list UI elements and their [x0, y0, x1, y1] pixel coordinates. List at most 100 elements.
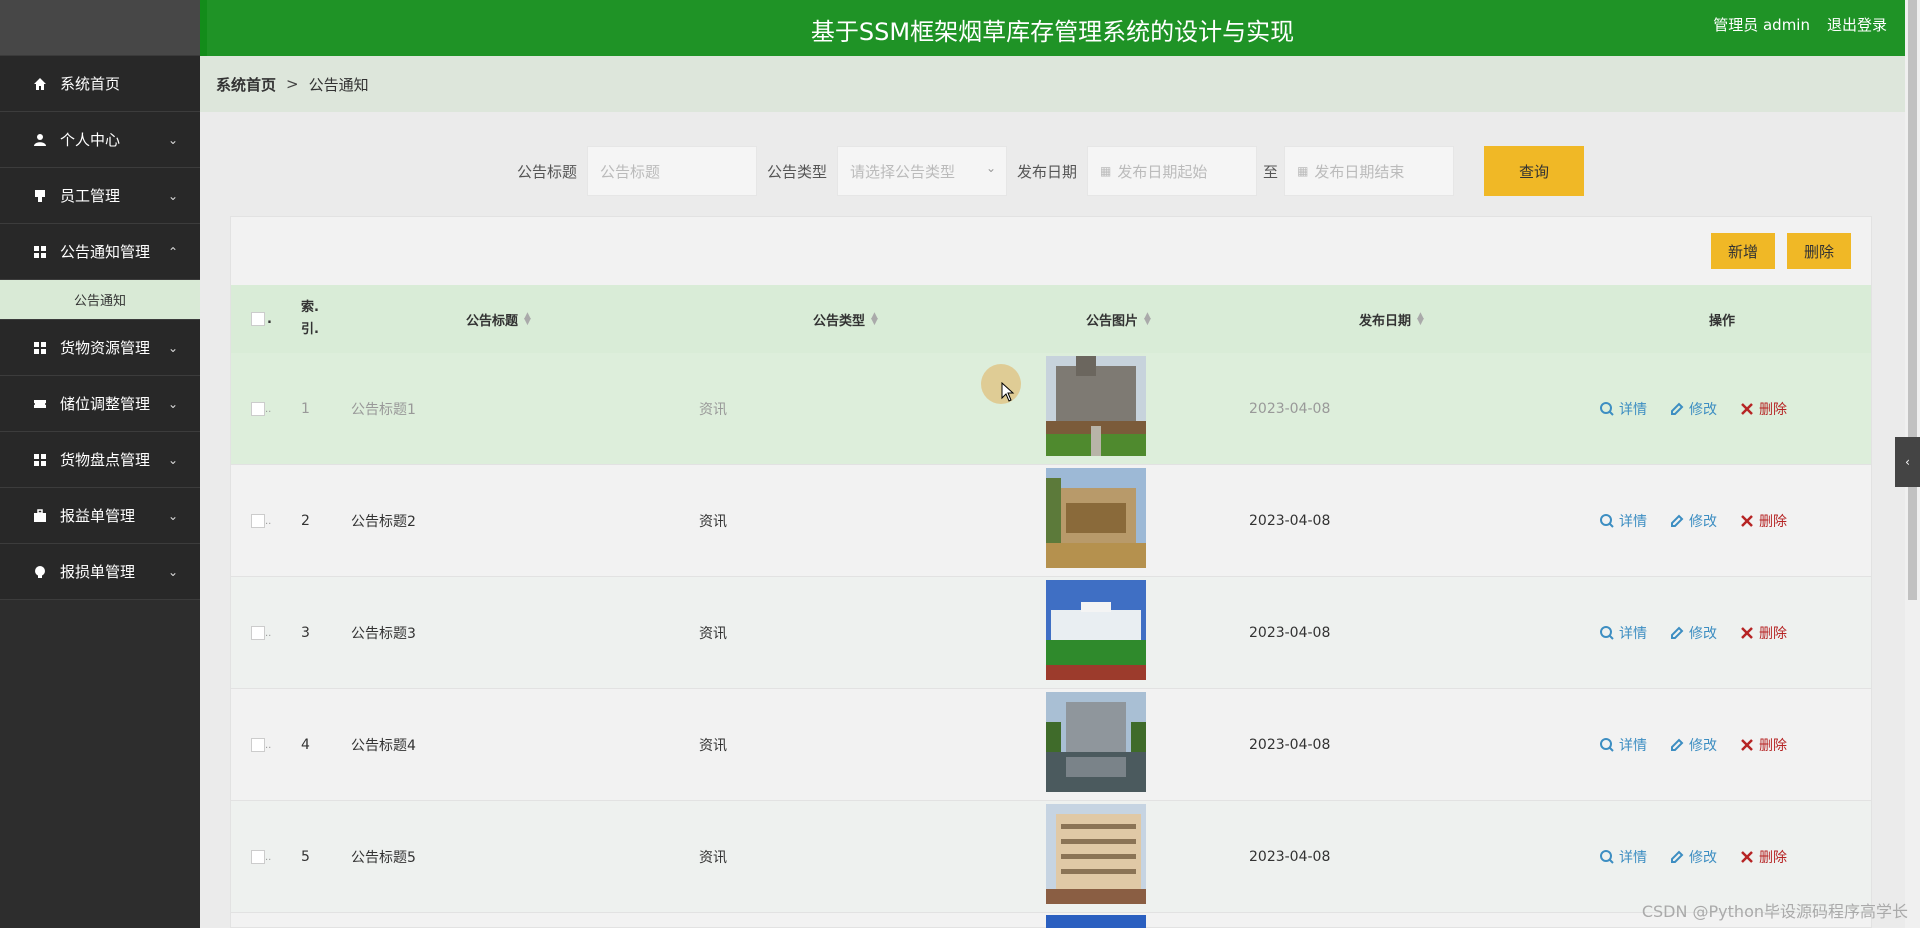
edit-button[interactable]: 修改: [1669, 847, 1717, 867]
sidebar-subitem-notice[interactable]: 公告通知: [0, 280, 200, 320]
th-type-label: 公告类型: [813, 313, 866, 329]
collapse-side-tab[interactable]: ‹: [1895, 437, 1920, 487]
title-label: 公告标题: [517, 162, 578, 181]
detail-label: 详情: [1619, 626, 1647, 642]
sort-icon[interactable]: ▲ ▼: [524, 312, 531, 327]
delete-label: 删除: [1759, 402, 1787, 418]
row-date: 2023-04-08: [1249, 849, 1331, 865]
delete-button[interactable]: 删除: [1739, 511, 1787, 531]
close-icon: [1741, 851, 1753, 863]
delete-label: 删除: [1759, 514, 1787, 530]
row-date: 2023-04-08: [1249, 625, 1331, 641]
edit-button[interactable]: 修改: [1669, 399, 1717, 419]
row-checkbox[interactable]: ..: [251, 353, 271, 465]
detail-button[interactable]: 详情: [1599, 847, 1647, 867]
sidebar-item-label: 系统首页: [60, 75, 121, 93]
grid-icon: [32, 340, 48, 356]
notice-image[interactable]: [1046, 356, 1146, 456]
row-checkbox[interactable]: ..: [251, 801, 271, 913]
detail-button[interactable]: 详情: [1599, 623, 1647, 643]
sidebar-item-staff[interactable]: 员工管理 ⌄: [0, 168, 200, 224]
sidebar-item-label: 货物盘点管理: [60, 451, 151, 469]
row-index: 4: [301, 737, 310, 753]
th-date[interactable]: 发布日期 ▲ ▼: [1359, 285, 1424, 353]
sidebar: 系统首页 个人中心 ⌄ 员工管理 ⌄ 公告通知管理 ⌃ 公告通知 货物资源管理 …: [0, 0, 200, 928]
row-ops: 详情 修改 删除: [1599, 577, 1787, 689]
select-all-checkbox[interactable]: .: [251, 285, 272, 353]
date-start-placeholder: 发布日期起始: [1117, 162, 1208, 181]
search-icon: [1600, 402, 1614, 416]
sidebar-item-loss[interactable]: 报损单管理 ⌄: [0, 544, 200, 600]
title-input[interactable]: 公告标题: [587, 146, 758, 196]
sidebar-item-inventory[interactable]: 货物盘点管理 ⌄: [0, 432, 200, 488]
detail-label: 详情: [1619, 402, 1647, 418]
breadcrumb-home[interactable]: 系统首页: [216, 74, 276, 95]
sidebar-item-label: 货物资源管理: [60, 339, 151, 357]
row-title: 公告标题4: [351, 738, 416, 754]
sidebar-item-storage[interactable]: 储位调整管理 ⌄: [0, 376, 200, 432]
sort-icon[interactable]: ▲ ▼: [1144, 312, 1151, 327]
sidebar-top: [0, 0, 200, 56]
th-title[interactable]: 公告标题 ▲ ▼: [466, 285, 531, 353]
table-row[interactable]: .. 4 公告标题4 资讯 2023-04-08 详情 修改 删除: [231, 689, 1871, 801]
stamp-icon: [32, 188, 48, 204]
detail-label: 详情: [1619, 514, 1647, 530]
date-start-input[interactable]: ▦ 发布日期起始: [1087, 146, 1258, 196]
th-pic[interactable]: 公告图片 ▲ ▼: [1086, 285, 1151, 353]
type-select[interactable]: 请选择公告类型 ⌄: [837, 146, 1008, 196]
chevron-left-icon: ‹: [1905, 455, 1910, 469]
table-row[interactable]: .. 5 公告标题5 资讯 2023-04-08 详情 修改 删除: [231, 801, 1871, 913]
sidebar-item-notice-mgmt[interactable]: 公告通知管理 ⌃: [0, 224, 200, 280]
calendar-icon: ▦: [1297, 164, 1309, 178]
app-title: 基于SSM框架烟草库存管理系统的设计与实现: [810, 18, 1295, 46]
logout-link[interactable]: 退出登录: [1827, 14, 1887, 35]
watermark: CSDN @Python毕设源码程序高学长: [1641, 902, 1908, 921]
row-date: 2023-04-08: [1249, 401, 1331, 417]
delete-button[interactable]: 删除: [1739, 623, 1787, 643]
notice-image[interactable]: [1046, 468, 1146, 568]
add-button[interactable]: 新增: [1711, 233, 1775, 269]
chevron-down-icon: ⌄: [167, 452, 178, 467]
row-checkbox[interactable]: ..: [251, 465, 271, 577]
row-checkbox[interactable]: ..: [251, 577, 271, 689]
edit-button[interactable]: 修改: [1669, 623, 1717, 643]
notice-image[interactable]: [1046, 692, 1146, 792]
date-end-input[interactable]: ▦ 发布日期结束: [1284, 146, 1455, 196]
sidebar-item-personal[interactable]: 个人中心 ⌄: [0, 112, 200, 168]
table-row[interactable]: .. 3 公告标题3 资讯 2023-04-08 详情 修改 删除: [231, 577, 1871, 689]
detail-button[interactable]: 详情: [1599, 511, 1647, 531]
row-type: 资讯: [699, 850, 727, 866]
sort-icon[interactable]: ▲ ▼: [871, 312, 878, 327]
sort-icon[interactable]: ▲ ▼: [1417, 312, 1424, 327]
notice-image[interactable]: [1046, 804, 1146, 904]
table-row[interactable]: .. 2 公告标题2 资讯 2023-04-08 详情 修改 删除: [231, 465, 1871, 577]
delete-button[interactable]: 删除: [1739, 847, 1787, 867]
sidebar-item-gain[interactable]: 报益单管理 ⌄: [0, 488, 200, 544]
row-index: 3: [301, 625, 310, 641]
delete-label: 删除: [1759, 738, 1787, 754]
detail-button[interactable]: 详情: [1599, 399, 1647, 419]
query-button[interactable]: 查询: [1484, 146, 1585, 196]
sidebar-item-home[interactable]: 系统首页: [0, 56, 200, 112]
row-date: 2023-04-08: [1249, 513, 1331, 529]
delete-button[interactable]: 删除: [1739, 399, 1787, 419]
close-icon: [1741, 515, 1753, 527]
batch-delete-button[interactable]: 删除: [1787, 233, 1851, 269]
scrollbar-thumb[interactable]: [1908, 0, 1917, 600]
edit-label: 修改: [1689, 626, 1717, 642]
row-index: 2: [301, 513, 310, 529]
chevron-down-icon: ⌄: [985, 161, 997, 175]
user-icon: [32, 132, 48, 148]
delete-label: 删除: [1759, 850, 1787, 866]
row-checkbox[interactable]: ..: [251, 689, 271, 801]
table-row[interactable]: .. 1 公告标题1 资讯 2023-04-08 详情 修改 删除: [231, 353, 1871, 465]
edit-button[interactable]: 修改: [1669, 735, 1717, 755]
delete-button[interactable]: 删除: [1739, 735, 1787, 755]
detail-button[interactable]: 详情: [1599, 735, 1647, 755]
chevron-down-icon: ⌄: [167, 132, 178, 147]
notice-image[interactable]: [1046, 580, 1146, 680]
th-type[interactable]: 公告类型 ▲ ▼: [813, 285, 878, 353]
th-date-label: 发布日期: [1359, 313, 1412, 329]
sidebar-item-goods[interactable]: 货物资源管理 ⌄: [0, 320, 200, 376]
edit-button[interactable]: 修改: [1669, 511, 1717, 531]
